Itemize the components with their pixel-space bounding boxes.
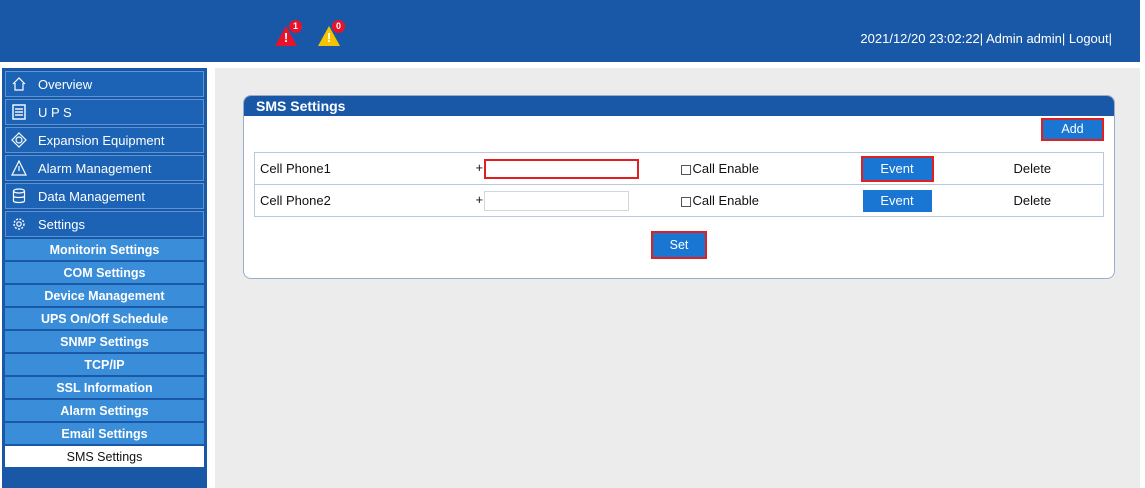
user-name: Admin admin| <box>985 31 1066 46</box>
sidebar-subitem-tcp-ip[interactable]: TCP/IP <box>5 354 204 375</box>
sidebar-item-label: Settings <box>38 216 85 232</box>
warning-alarm-icon[interactable]: ! 0 <box>318 20 345 48</box>
set-button[interactable]: Set <box>651 231 707 259</box>
sidebar-item-overview[interactable]: Overview <box>5 71 204 97</box>
sidebar-item-expansion-equipment[interactable]: Expansion Equipment <box>5 127 204 153</box>
delete-link[interactable]: Delete <box>1013 152 1104 185</box>
event-button[interactable]: Event <box>860 155 934 182</box>
call-enable-checkbox[interactable] <box>680 196 691 207</box>
plus-prefix: + <box>475 159 484 175</box>
critical-alarm-icon[interactable]: ! 1 <box>275 20 302 48</box>
sidebar-subitem-email-settings[interactable]: Email Settings <box>5 423 204 444</box>
logout-link[interactable]: Logout| <box>1069 31 1112 46</box>
ups-icon <box>10 103 28 121</box>
sidebar-item-label: Expansion Equipment <box>38 132 165 148</box>
call-enable-checkbox[interactable] <box>680 164 691 175</box>
add-button[interactable]: Add <box>1041 118 1104 141</box>
sms-settings-panel: SMS Settings Add Cell Phone1 + Call Enab… <box>243 95 1115 279</box>
datetime-text: 2021/12/20 23:02:22| <box>860 31 984 46</box>
expansion-icon <box>10 131 28 149</box>
sidebar-item-alarm-management[interactable]: Alarm Management <box>5 155 204 181</box>
sidebar-item-data-management[interactable]: Data Management <box>5 183 204 209</box>
call-enable-label: Call Enable <box>692 161 760 176</box>
phone-label: Cell Phone2 <box>254 184 476 217</box>
sidebar-item-settings[interactable]: Settings <box>5 211 204 237</box>
critical-alarm-count: 1 <box>289 20 302 33</box>
table-row: Cell Phone2 + Call Enable Event Delete <box>254 184 1104 217</box>
delete-link[interactable]: Delete <box>1013 184 1104 217</box>
warning-alarm-count: 0 <box>332 20 345 33</box>
call-enable-label: Call Enable <box>692 193 760 208</box>
sidebar-item-ups[interactable]: U P S <box>5 99 204 125</box>
alarm-icon <box>10 159 28 177</box>
sidebar-item-label: U P S <box>38 104 72 120</box>
plus-prefix: + <box>475 191 484 207</box>
sidebar-subitem-snmp-settings[interactable]: SNMP Settings <box>5 331 204 352</box>
phone-number-input[interactable] <box>483 190 629 211</box>
sidebar-subitem-ups-schedule[interactable]: UPS On/Off Schedule <box>5 308 204 329</box>
sidebar-item-label: Data Management <box>38 188 145 204</box>
event-button[interactable]: Event <box>862 189 932 212</box>
database-icon <box>10 187 28 205</box>
sidebar-item-label: Alarm Management <box>38 160 152 176</box>
phone-label: Cell Phone1 <box>254 152 476 185</box>
panel-title: SMS Settings <box>244 96 1114 116</box>
user-info: 2021/12/20 23:02:22| Admin admin| Logout… <box>860 31 1112 46</box>
sidebar-subitem-sms-settings[interactable]: SMS Settings <box>5 446 204 467</box>
sidebar-item-label: Overview <box>38 76 93 92</box>
gear-icon <box>10 215 28 233</box>
sidebar-subitem-ssl-information[interactable]: SSL Information <box>5 377 204 398</box>
phone-number-input[interactable] <box>483 158 639 179</box>
sidebar: Overview U P S Expansion Equipment Alarm… <box>2 68 207 488</box>
table-row: Cell Phone1 + Call Enable Event Delete <box>254 152 1104 185</box>
sidebar-subitem-alarm-settings[interactable]: Alarm Settings <box>5 400 204 421</box>
home-icon <box>10 75 28 93</box>
top-header: ! 1 ! 0 2021/12/20 23:02:22| Admin admin… <box>0 0 1140 62</box>
sidebar-subitem-com-settings[interactable]: COM Settings <box>5 262 204 283</box>
phone-table: Cell Phone1 + Call Enable Event Delete C… <box>254 152 1104 217</box>
sidebar-subitem-device-management[interactable]: Device Management <box>5 285 204 306</box>
sidebar-subitem-monitoring-settings[interactable]: Monitorin Settings <box>5 239 204 260</box>
